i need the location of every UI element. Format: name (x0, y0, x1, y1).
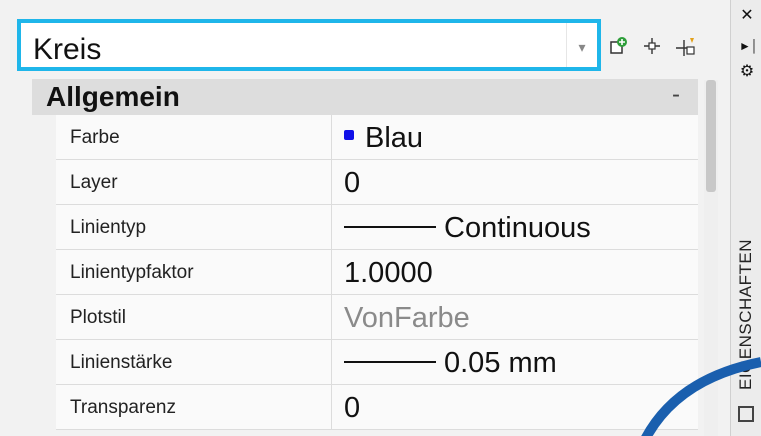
property-value[interactable]: Blau (333, 115, 693, 159)
property-row-plotstyle[interactable]: Plotstil VonFarbe (56, 295, 698, 340)
lineweight-preview-icon (344, 361, 436, 364)
toggle-pickadd-icon[interactable] (674, 36, 698, 60)
property-name: Farbe (70, 115, 332, 159)
property-name: Linienstärke (70, 340, 332, 384)
property-row-linetype[interactable]: Linientyp Continuous (56, 205, 698, 250)
selector-value: Kreis (33, 33, 102, 66)
property-name: Linientypfaktor (70, 250, 332, 294)
close-icon[interactable]: ✕ (739, 8, 755, 24)
property-row-linetype-scale[interactable]: Linientypfaktor 1.0000 (56, 250, 698, 295)
auto-hide-icon[interactable]: ►│ (739, 38, 758, 54)
section-title: Allgemein (46, 81, 180, 112)
linetype-preview-icon (344, 226, 436, 229)
property-value-text: Blau (365, 122, 424, 154)
property-value-text: Continuous (444, 212, 591, 244)
property-name: Transparenz (70, 385, 332, 429)
property-grid: Farbe Blau Layer 0 Linientyp Continuous … (32, 115, 698, 436)
collapse-icon[interactable]: - (672, 79, 680, 111)
drawing-circle-arc (641, 357, 761, 436)
property-value[interactable]: 1.0000 (333, 250, 693, 294)
quick-select-icon[interactable] (606, 36, 630, 60)
property-value: VonFarbe (344, 302, 470, 334)
object-type-selector[interactable]: Kreis ▾ (17, 19, 601, 71)
scrollbar-thumb[interactable] (706, 80, 716, 192)
property-row-color[interactable]: Farbe Blau (56, 115, 698, 160)
section-header-general[interactable]: Allgemein - (32, 79, 698, 115)
chevron-down-icon[interactable]: ▾ (566, 23, 597, 67)
select-objects-icon[interactable] (640, 36, 664, 60)
property-value-text: 0.05 mm (444, 347, 557, 379)
property-row-layer[interactable]: Layer 0 (56, 160, 698, 205)
color-swatch-icon (344, 130, 354, 141)
gear-icon[interactable]: ⚙ (739, 64, 755, 80)
property-name: Linientyp (70, 205, 332, 249)
property-name: Plotstil (70, 295, 332, 339)
property-value[interactable]: Continuous (333, 205, 693, 249)
property-name: Layer (70, 160, 332, 204)
property-value[interactable]: 0 (333, 160, 693, 204)
